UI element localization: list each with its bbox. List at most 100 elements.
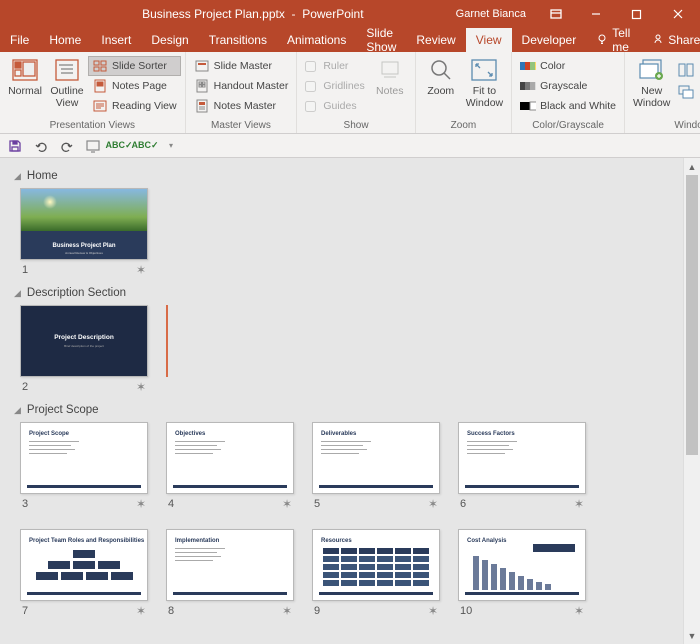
slide-thumb[interactable]: Success Factors6✶ — [458, 422, 586, 511]
lightbulb-icon — [596, 33, 608, 48]
transition-icon: ✶ — [428, 497, 438, 511]
slide-thumb[interactable]: Objectives4✶ — [166, 422, 294, 511]
slide-thumb[interactable]: Project Team Roles and Responsibilities7… — [20, 529, 148, 618]
insertion-cursor — [166, 305, 168, 377]
ribbon-tabs: FileHomeInsertDesignTransitionsAnimation… — [0, 28, 700, 52]
window-title: Business Project Plan.pptx - PowerPoint — [0, 7, 446, 21]
transition-icon: ✶ — [136, 380, 146, 394]
slide-thumb[interactable]: Resources9✶ — [312, 529, 440, 618]
tab-transitions[interactable]: Transitions — [199, 28, 277, 52]
slide-number: 1 — [22, 264, 28, 276]
scroll-up-button[interactable]: ▲ — [684, 158, 700, 175]
reading-view-button[interactable]: Reading View — [88, 96, 181, 116]
zoom-icon — [427, 56, 455, 84]
notes-master-icon — [194, 98, 210, 114]
section-header[interactable]: ◢Project Scope — [14, 404, 675, 416]
section-name: Home — [27, 170, 58, 182]
close-button[interactable] — [656, 0, 700, 28]
grayscale-icon — [520, 78, 536, 94]
start-from-beginning-button[interactable] — [84, 137, 102, 155]
share-button[interactable]: Share — [640, 33, 700, 48]
outline-view-button[interactable]: Outline View — [46, 54, 88, 118]
slide-thumb[interactable]: Deliverables5✶ — [312, 422, 440, 511]
slide-master-icon — [194, 58, 210, 74]
slide-thumb[interactable]: Implementation8✶ — [166, 529, 294, 618]
tab-home[interactable]: Home — [39, 28, 91, 52]
slide-number: 9 — [314, 605, 320, 617]
ribbon-options-icon[interactable] — [536, 0, 576, 28]
save-button[interactable] — [6, 137, 24, 155]
tab-insert[interactable]: Insert — [91, 28, 141, 52]
spellcheck-alt-button[interactable]: ABC✓ — [136, 137, 154, 155]
ruler-checkbox: Ruler — [301, 56, 368, 76]
handout-master-button[interactable]: Handout Master — [190, 76, 293, 96]
section-header[interactable]: ◢ Home — [14, 170, 675, 182]
scroll-down-button[interactable]: ▼ — [684, 627, 700, 644]
slide-number: 3 — [22, 498, 28, 510]
bw-icon — [520, 98, 536, 114]
cascade-icon — [678, 84, 694, 100]
tab-review[interactable]: Review — [406, 28, 465, 52]
zoom-button[interactable]: Zoom — [420, 54, 462, 118]
transition-icon: ✶ — [136, 604, 146, 618]
slide-sorter-panel[interactable]: ◢ Home Business Project PlanAnnual Review … — [0, 158, 683, 644]
section-collapse-icon: ◢ — [14, 405, 21, 416]
transition-icon: ✶ — [574, 497, 584, 511]
slide-number: 7 — [22, 605, 28, 617]
cascade-button[interactable] — [674, 82, 698, 102]
gridlines-checkbox: Gridlines — [301, 76, 368, 96]
transition-icon: ✶ — [136, 263, 146, 277]
slide-sorter-button[interactable]: Slide Sorter — [88, 56, 181, 76]
section-header[interactable]: ◢ Description Section — [14, 287, 675, 299]
arrange-all-button[interactable] — [674, 60, 698, 80]
tab-animations[interactable]: Animations — [277, 28, 356, 52]
maximize-button[interactable] — [616, 0, 656, 28]
slide-master-button[interactable]: Slide Master — [190, 56, 293, 76]
color-button[interactable]: Color — [516, 56, 620, 76]
slide-thumb[interactable]: Project DescriptionBrief description of … — [20, 305, 148, 394]
qat-customize[interactable]: ▾ — [162, 137, 180, 155]
undo-button[interactable] — [32, 137, 50, 155]
normal-view-button[interactable]: Normal — [4, 54, 46, 118]
handout-master-icon — [194, 78, 210, 94]
notes-button: Notes — [369, 54, 411, 118]
section-collapse-icon: ◢ — [14, 171, 21, 182]
vertical-scrollbar[interactable]: ▲ ▼ — [683, 158, 700, 644]
group-window: New Window Switch Windows ▾ Window — [625, 52, 700, 133]
section-collapse-icon: ◢ — [14, 288, 21, 299]
slide-thumb[interactable]: Project Scope3✶ — [20, 422, 148, 511]
normal-view-icon — [11, 56, 39, 84]
transition-icon: ✶ — [136, 497, 146, 511]
slide-thumb[interactable]: Business Project PlanAnnual Review & Obj… — [20, 188, 148, 277]
black-white-button[interactable]: Black and White — [516, 96, 620, 116]
minimize-button[interactable] — [576, 0, 616, 28]
share-icon — [652, 33, 664, 48]
color-icon — [520, 58, 536, 74]
tell-me[interactable]: Tell me — [586, 26, 640, 54]
grayscale-button[interactable]: Grayscale — [516, 76, 620, 96]
transition-icon: ✶ — [282, 497, 292, 511]
new-window-button[interactable]: New Window — [629, 54, 674, 118]
outline-view-icon — [53, 56, 81, 84]
guides-checkbox: Guides — [301, 96, 368, 116]
tab-slide-show[interactable]: Slide Show — [356, 28, 406, 52]
tab-file[interactable]: File — [0, 28, 39, 52]
tab-view[interactable]: View — [466, 28, 512, 52]
tab-developer[interactable]: Developer — [512, 28, 587, 52]
slide-number: 10 — [460, 605, 472, 617]
section-name: Description Section — [27, 287, 126, 299]
new-window-icon — [638, 56, 666, 84]
tab-design[interactable]: Design — [141, 28, 198, 52]
slide-number: 4 — [168, 498, 174, 510]
group-master-views: Slide Master Handout Master Notes Master… — [186, 52, 298, 133]
redo-button[interactable] — [58, 137, 76, 155]
slide-number: 8 — [168, 605, 174, 617]
notes-page-button[interactable]: Notes Page — [88, 76, 181, 96]
transition-icon: ✶ — [428, 604, 438, 618]
user-name[interactable]: Garnet Bianca — [446, 8, 536, 20]
notes-master-button[interactable]: Notes Master — [190, 96, 293, 116]
spellcheck-button[interactable]: ABC✓ — [110, 137, 128, 155]
fit-to-window-button[interactable]: Fit to Window — [462, 54, 507, 118]
notes-icon — [376, 56, 404, 84]
slide-thumb[interactable]: Cost Analysis10✶ — [458, 529, 586, 618]
